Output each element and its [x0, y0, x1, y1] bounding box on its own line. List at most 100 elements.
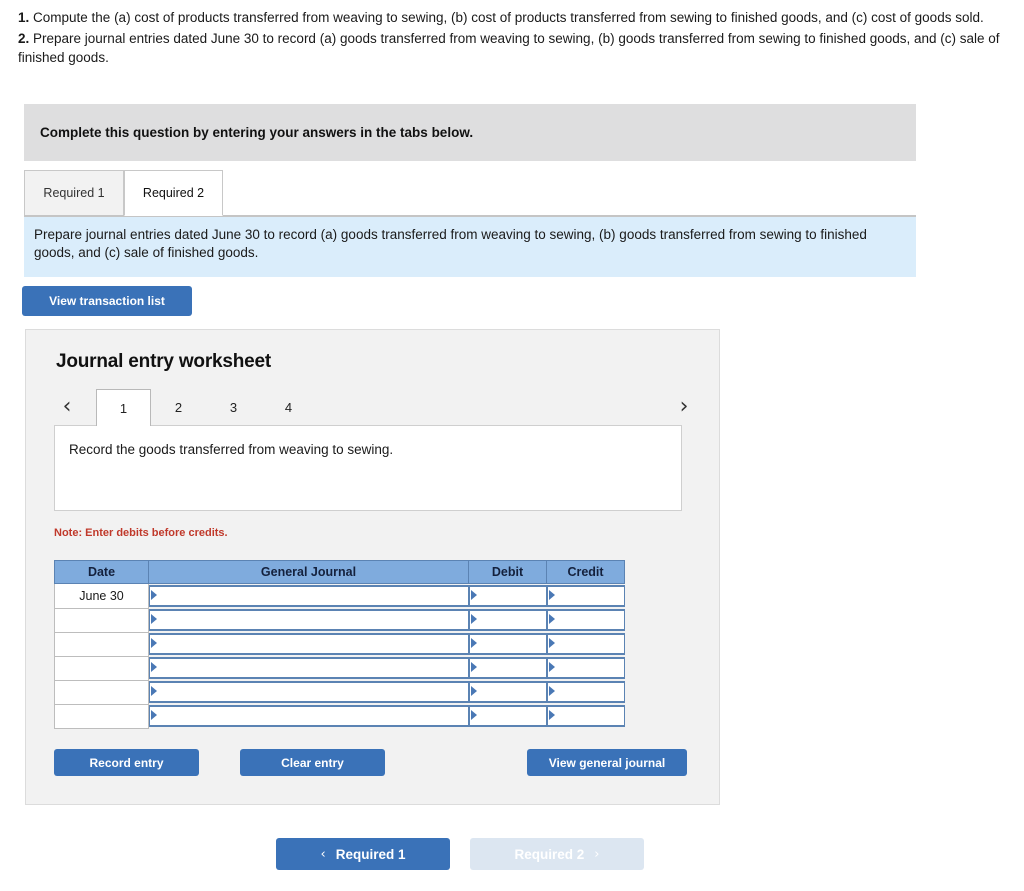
- worksheet-pager: ‹ 1 2 3 4 ›: [54, 389, 697, 426]
- question-1-text: Compute the (a) cost of products transfe…: [29, 10, 984, 25]
- pager-page-2[interactable]: 2: [151, 389, 206, 425]
- pager-page-1[interactable]: 1: [96, 389, 151, 426]
- debit-input-row-4[interactable]: [468, 656, 547, 680]
- general-journal-input-row-2[interactable]: [149, 608, 469, 632]
- column-header-debit: Debit: [468, 560, 547, 584]
- debit-input-row-1[interactable]: [468, 584, 547, 609]
- debit-input-row-2[interactable]: [468, 608, 547, 632]
- question-1-number: 1.: [18, 10, 30, 25]
- column-header-general-journal: General Journal: [148, 560, 469, 584]
- credit-input-row-5[interactable]: [546, 680, 625, 704]
- account-select-box[interactable]: [149, 608, 469, 631]
- view-general-journal-button[interactable]: View general journal: [527, 749, 687, 776]
- pager-page-2-label: 2: [174, 399, 183, 415]
- pager-page-1-label: 1: [119, 400, 128, 416]
- credit-select-box[interactable]: [546, 632, 625, 655]
- table-row: [54, 679, 625, 705]
- debit-select-box[interactable]: [468, 608, 547, 631]
- table-row: [54, 631, 625, 657]
- view-general-journal-label: View general journal: [548, 755, 666, 770]
- question-2-text: Prepare journal entries dated June 30 to…: [18, 30, 1000, 66]
- account-select-box[interactable]: [149, 704, 469, 727]
- chevron-left-icon[interactable]: ‹: [54, 393, 80, 421]
- general-journal-input-row-6[interactable]: [149, 704, 469, 728]
- pager-page-3-label: 3: [229, 399, 238, 415]
- credit-select-box[interactable]: [546, 680, 625, 703]
- journal-entry-worksheet-panel: Journal entry worksheet ‹ 1 2 3 4 › Reco…: [25, 329, 720, 805]
- table-row: [54, 607, 625, 633]
- record-entry-label: Record entry: [89, 755, 164, 770]
- debit-select-box[interactable]: [468, 680, 547, 703]
- account-select-box[interactable]: [149, 584, 469, 607]
- required-tabs: Required 1 Required 2: [24, 170, 916, 217]
- credit-input-row-3[interactable]: [546, 632, 625, 656]
- table-row: June 30: [54, 583, 625, 609]
- clear-entry-button[interactable]: Clear entry: [240, 749, 385, 776]
- credit-input-row-1[interactable]: [546, 584, 625, 609]
- question-instructions: 1. Compute the (a) cost of products tran…: [0, 0, 1024, 68]
- transaction-description-text: Record the goods transferred from weavin…: [69, 442, 394, 457]
- debit-select-box[interactable]: [468, 584, 547, 607]
- nav-required-1-button[interactable]: ‹ Required 1: [276, 838, 450, 870]
- view-transaction-list-button[interactable]: View transaction list: [22, 286, 192, 316]
- debit-input-row-5[interactable]: [468, 680, 547, 704]
- credit-input-row-2[interactable]: [546, 608, 625, 632]
- debit-input-row-3[interactable]: [468, 632, 547, 656]
- chevron-right-icon[interactable]: ›: [671, 393, 697, 421]
- chevron-right-icon: ›: [594, 846, 600, 862]
- nav-required-2-button[interactable]: Required 2 ›: [470, 838, 644, 870]
- view-transaction-list-label: View transaction list: [49, 294, 165, 308]
- record-entry-button[interactable]: Record entry: [54, 749, 199, 776]
- date-input-row-5[interactable]: [54, 679, 149, 705]
- tab-required-2[interactable]: Required 2: [124, 170, 223, 216]
- column-header-credit: Credit: [546, 560, 625, 584]
- journal-table-header-row: Date General Journal Debit Credit: [54, 560, 625, 584]
- account-select-box[interactable]: [149, 656, 469, 679]
- debit-input-row-6[interactable]: [468, 704, 547, 728]
- account-select-box[interactable]: [149, 680, 469, 703]
- pager-page-4[interactable]: 4: [261, 389, 316, 425]
- credit-select-box[interactable]: [546, 704, 625, 727]
- date-input-row-3[interactable]: [54, 631, 149, 657]
- pager-next-glyph: ›: [679, 394, 689, 419]
- column-header-date: Date: [54, 560, 149, 584]
- chevron-left-icon: ‹: [320, 846, 326, 862]
- question-item-1: 1. Compute the (a) cost of products tran…: [18, 8, 1010, 28]
- general-journal-input-row-4[interactable]: [149, 656, 469, 680]
- worksheet-title: Journal entry worksheet: [56, 351, 272, 372]
- debit-select-box[interactable]: [468, 656, 547, 679]
- transaction-description-card: Record the goods transferred from weavin…: [54, 425, 682, 511]
- tab-required-1-label: Required 1: [43, 186, 105, 200]
- tab-required-1[interactable]: Required 1: [24, 170, 124, 216]
- credit-input-row-6[interactable]: [546, 704, 625, 728]
- nav-required-1-label: Required 1: [335, 846, 406, 862]
- debit-select-box[interactable]: [468, 632, 547, 655]
- pager-prev-glyph: ‹: [62, 394, 72, 419]
- date-input-row-1[interactable]: June 30: [54, 583, 149, 609]
- requirement-instruction: Prepare journal entries dated June 30 to…: [24, 217, 916, 277]
- requirement-instruction-text: Prepare journal entries dated June 30 to…: [34, 227, 867, 261]
- general-journal-input-row-5[interactable]: [149, 680, 469, 704]
- date-input-row-4[interactable]: [54, 655, 149, 681]
- table-row: [54, 703, 625, 729]
- tab-required-2-label: Required 2: [142, 186, 205, 200]
- debit-select-box[interactable]: [468, 704, 547, 727]
- debits-before-credits-note: Note: Enter debits before credits.: [54, 527, 228, 539]
- question-2-number: 2.: [18, 30, 30, 46]
- nav-required-2-label: Required 2: [514, 846, 585, 862]
- question-item-2: 2. Prepare journal entries dated June 30…: [18, 29, 1010, 68]
- general-journal-input-row-1[interactable]: [149, 584, 469, 609]
- credit-select-box[interactable]: [546, 656, 625, 679]
- credit-select-box[interactable]: [546, 608, 625, 631]
- general-journal-input-row-3[interactable]: [149, 632, 469, 656]
- clear-entry-label: Clear entry: [281, 755, 344, 770]
- account-select-box[interactable]: [149, 632, 469, 655]
- pager-page-4-label: 4: [284, 399, 293, 415]
- date-input-row-6[interactable]: [54, 703, 149, 729]
- pager-page-3[interactable]: 3: [206, 389, 261, 425]
- requirement-navigation: ‹ Required 1 Required 2 ›: [0, 838, 1024, 870]
- credit-select-box[interactable]: [546, 584, 625, 607]
- complete-question-banner: Complete this question by entering your …: [24, 104, 916, 161]
- date-input-row-2[interactable]: [54, 607, 149, 633]
- credit-input-row-4[interactable]: [546, 656, 625, 680]
